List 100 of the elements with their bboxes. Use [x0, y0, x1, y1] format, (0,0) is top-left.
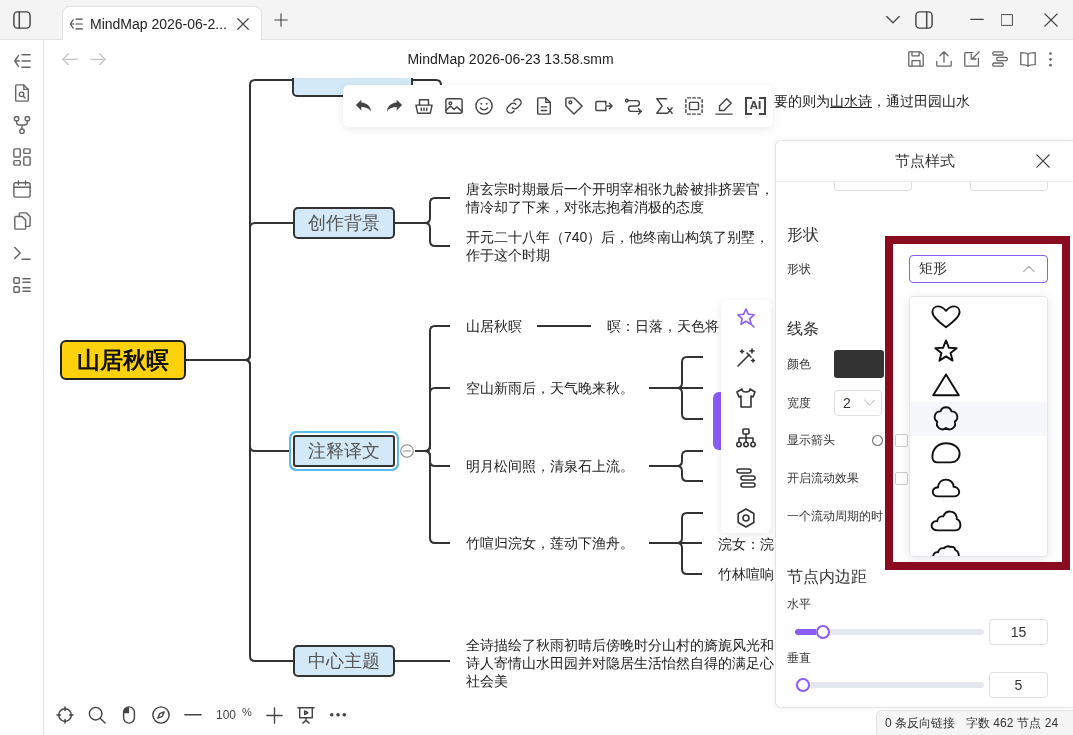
field-label: 垂直 — [787, 650, 812, 666]
sidebar-toggle-icon[interactable] — [915, 10, 933, 29]
calendar-icon[interactable] — [12, 180, 31, 198]
node-count: 节点 24 — [1017, 714, 1059, 732]
hierarchy-icon[interactable] — [736, 428, 756, 448]
slider-thumb[interactable] — [795, 678, 810, 692]
basket-icon[interactable] — [415, 97, 433, 115]
checklist-icon[interactable] — [12, 276, 31, 294]
image-icon[interactable] — [445, 97, 463, 115]
more-icon[interactable] — [1048, 50, 1053, 68]
number-field[interactable]: 5 — [989, 672, 1048, 698]
node-text[interactable]: 暝：日落，天色将 — [607, 317, 719, 335]
word-count: 字数 462 — [966, 714, 1014, 732]
node-text[interactable]: 要的则为山水诗，通过田园山水 — [774, 92, 970, 110]
chevron-down-icon[interactable] — [886, 14, 900, 25]
plus-icon[interactable] — [265, 706, 283, 724]
node-text[interactable]: 竹林喧响 — [718, 565, 774, 583]
save-icon[interactable] — [908, 51, 924, 67]
field-label: 显示箭头 — [787, 431, 836, 449]
input-field[interactable] — [970, 182, 1048, 191]
node-text[interactable]: 唐玄宗时期最后一个开明宰相张九龄被排挤罢官， 情冷却了下来，对张志抱着消极的态度 — [466, 180, 774, 216]
field-label: 水平 — [787, 596, 812, 612]
cloud-icon — [930, 544, 962, 556]
loop-arrows-icon[interactable] — [625, 97, 643, 115]
node-text[interactable]: 明月松间照，清泉石上流。 — [466, 457, 634, 475]
star-icon[interactable] — [736, 308, 756, 328]
more-icon[interactable] — [328, 712, 347, 718]
network-icon[interactable] — [12, 116, 31, 134]
panel-title: 节点样式 — [894, 151, 955, 171]
settings-icon[interactable] — [736, 508, 756, 528]
root-node[interactable]: 山居秋暝 — [60, 340, 186, 380]
cloud-icon — [930, 508, 962, 534]
minimize-icon[interactable] — [970, 18, 984, 21]
width-select[interactable]: 2 — [834, 390, 882, 416]
collapse-icon[interactable] — [400, 444, 414, 458]
section-heading: 形状 — [787, 225, 820, 245]
field-label: 宽度 — [787, 394, 812, 412]
close-icon[interactable] — [1044, 12, 1058, 27]
copy-icon[interactable] — [12, 212, 31, 230]
grid-icon[interactable] — [12, 148, 31, 166]
shirt-icon[interactable] — [736, 388, 756, 408]
arrow-into-box-icon[interactable] — [964, 51, 980, 67]
node-text[interactable]: 空山新雨后，天气晚来秋。 — [466, 379, 634, 397]
ai-button[interactable]: AI — [745, 97, 767, 115]
bars-icon[interactable] — [992, 51, 1008, 67]
link[interactable]: 山水诗 — [830, 93, 872, 109]
panel-handle[interactable] — [713, 392, 721, 450]
bars-icon[interactable] — [736, 468, 756, 488]
section-heading: 线条 — [787, 319, 820, 339]
zoom-value: 100 — [216, 708, 237, 722]
dashed-frame-icon[interactable] — [685, 97, 703, 115]
minus-icon[interactable] — [184, 713, 202, 717]
triangle-icon — [930, 372, 962, 398]
sidebar-toggle-icon[interactable] — [13, 10, 31, 29]
close-icon[interactable] — [1036, 154, 1050, 168]
file-search-icon[interactable] — [12, 84, 31, 102]
slider-thumb[interactable] — [816, 625, 831, 639]
compass-icon[interactable] — [152, 706, 170, 724]
heart-icon — [930, 304, 962, 330]
field-label: 一个流动周期的时 — [787, 507, 883, 525]
tab[interactable]: MindMap 2026-06-2... — [62, 6, 262, 40]
mouse-icon[interactable] — [120, 706, 138, 724]
smiley-icon[interactable] — [475, 97, 493, 115]
close-icon[interactable] — [237, 17, 249, 30]
connector-line — [648, 465, 704, 482]
topic-node[interactable]: 中心主题 — [293, 645, 395, 677]
document-icon[interactable] — [535, 97, 553, 115]
list-icon[interactable] — [12, 52, 31, 70]
connector-line — [394, 660, 451, 662]
shape-select[interactable]: 矩形 — [909, 255, 1048, 283]
maximize-icon[interactable] — [1001, 13, 1013, 26]
magic-wand-icon[interactable] — [736, 348, 756, 368]
number-field[interactable]: 15 — [989, 619, 1048, 645]
node-text[interactable]: 开元二十八年（740）后，他终南山构筑了别墅， 作于这个时期 — [466, 228, 770, 264]
topic-node[interactable]: 注释译文 — [289, 431, 399, 471]
tag-icon[interactable] — [565, 97, 583, 115]
crosshair-icon[interactable] — [56, 706, 74, 724]
node-text[interactable]: 竹喧归浣女，莲动下渔舟。 — [466, 534, 634, 552]
upload-icon[interactable] — [936, 51, 952, 67]
checkbox[interactable] — [895, 433, 908, 447]
field-label: 开启流动效果 — [787, 469, 860, 487]
node-text[interactable]: 全诗描绘了秋雨初晴后傍晚时分山村的旖旎风光和 诗人寄情山水田园并对隐居生活怡然自得的满足心 社会美 — [466, 636, 774, 690]
link-icon[interactable] — [505, 97, 523, 115]
book-icon[interactable] — [1020, 51, 1036, 67]
chevron-up-icon — [1023, 265, 1035, 273]
dropdown-option[interactable] — [910, 402, 1047, 436]
input-field[interactable] — [834, 182, 912, 191]
blob-icon — [930, 440, 962, 466]
node-text[interactable]: 浣女：浣 — [718, 535, 774, 553]
terminal-icon[interactable] — [12, 244, 31, 262]
presentation-icon[interactable] — [296, 706, 315, 724]
pen-icon[interactable] — [715, 97, 733, 115]
topic-node[interactable]: 创作背景 — [293, 207, 395, 239]
node-text[interactable]: 山居秋暝 — [466, 317, 522, 335]
color-swatch[interactable] — [834, 350, 884, 378]
checkbox[interactable] — [895, 471, 908, 485]
field-label: 形状 — [787, 260, 812, 278]
search-icon[interactable] — [88, 706, 106, 724]
section-heading: 节点内边距 — [787, 567, 868, 587]
formula-icon[interactable] — [655, 97, 673, 115]
